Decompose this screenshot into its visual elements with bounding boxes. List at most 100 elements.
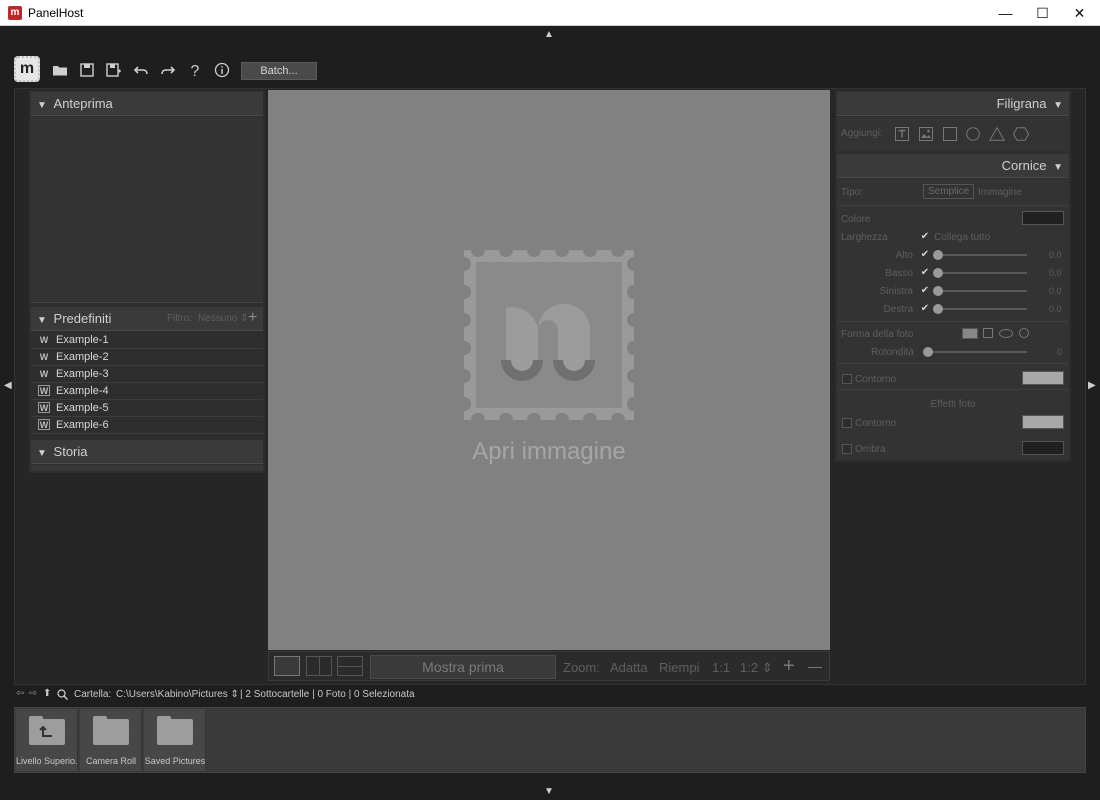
side-slider[interactable] (937, 308, 1027, 310)
zoom-in-button[interactable]: + (783, 655, 795, 678)
close-button[interactable]: ✕ (1061, 0, 1098, 26)
photo-outline-checkbox[interactable] (842, 418, 852, 428)
collapse-bottom-arrow-icon[interactable]: ▼ (544, 786, 554, 797)
slider-knob[interactable] (933, 304, 943, 314)
collapse-triangle-icon: ▼ (37, 315, 47, 326)
info-icon[interactable] (212, 62, 232, 82)
side-slider[interactable] (937, 290, 1027, 292)
photo-outline-color-swatch[interactable] (1022, 415, 1064, 429)
help-icon[interactable]: ? (185, 62, 205, 82)
folder-tile[interactable]: Camera Roll (80, 709, 142, 771)
roundness-slider[interactable] (929, 351, 1027, 353)
side-checkbox[interactable]: ✔ (920, 304, 930, 314)
list-item[interactable]: W Example-4 (31, 383, 263, 400)
type-image-option[interactable]: Immagine (978, 187, 1022, 198)
canvas-toolbar: Mostra prima Zoom: Adatta Riempi 1:1 1:2… (268, 651, 830, 681)
zoom-label: Zoom: (563, 660, 600, 675)
single-view-button[interactable] (274, 656, 300, 676)
folder-label: Saved Pictures (144, 756, 206, 766)
undo-icon[interactable] (131, 62, 151, 82)
app-logo-icon[interactable]: m (14, 56, 40, 82)
hexagon-shape-icon[interactable] (1013, 127, 1029, 141)
divider (837, 389, 1069, 390)
list-item[interactable]: W Example-1 (31, 332, 263, 349)
side-checkbox[interactable]: ✔ (920, 250, 930, 260)
shape-rect-rounded-icon[interactable] (962, 328, 978, 339)
open-folder-icon[interactable] (50, 62, 70, 82)
slider-knob[interactable] (933, 268, 943, 278)
shadow-color-swatch[interactable] (1022, 441, 1064, 455)
batch-button[interactable]: Batch... (241, 62, 317, 80)
minimize-button[interactable]: — (987, 0, 1024, 26)
filter-select[interactable]: Nessuno ⇕ (198, 307, 249, 331)
image-canvas[interactable]: Apri immagine (268, 90, 830, 650)
slider-knob[interactable] (933, 286, 943, 296)
search-icon[interactable] (57, 689, 68, 700)
collapse-triangle-icon: ▼ (37, 100, 47, 111)
frame-color-swatch[interactable] (1022, 211, 1064, 225)
history-panel-header[interactable]: ▼ Storia (31, 440, 263, 464)
up-arrow-icon[interactable]: ⬆ (43, 688, 51, 699)
side-checkbox[interactable]: ✔ (920, 286, 930, 296)
maximize-button[interactable]: ☐ (1024, 0, 1061, 26)
app-icon: m (8, 6, 22, 20)
rectangle-shape-icon[interactable] (943, 127, 957, 141)
add-preset-button[interactable]: + (248, 306, 257, 330)
presets-panel-header[interactable]: ▼ Predefiniti Filtro: Nessuno ⇕ + (31, 307, 263, 331)
list-item[interactable]: W Example-6 (31, 417, 263, 434)
zoom-fill-button[interactable]: Riempi (659, 660, 699, 675)
link-all-checkbox[interactable]: ✔ (920, 232, 930, 242)
folder-label: Camera Roll (85, 756, 136, 766)
zoom-ratio-select[interactable]: 1:2 ⇕ (740, 660, 773, 676)
shape-circle-icon[interactable] (1019, 328, 1029, 338)
collapse-left-arrow-icon[interactable]: ◀ (4, 380, 12, 391)
zoom-1-1-button[interactable]: 1:1 (712, 660, 730, 675)
folder-path-select[interactable]: C:\Users\Kabino\Pictures ⇕ (116, 689, 239, 700)
watermark-panel-header[interactable]: Filigrana ▼ (837, 92, 1069, 116)
shape-square-icon[interactable] (983, 328, 993, 338)
outline-checkbox[interactable] (842, 374, 852, 384)
preset-label: Example-2 (56, 351, 109, 363)
split-horizontal-button[interactable] (337, 656, 363, 676)
side-checkbox[interactable]: ✔ (920, 268, 930, 278)
collapse-triangle-icon: ▼ (1053, 100, 1063, 111)
list-item[interactable]: W Example-3 (31, 366, 263, 383)
back-arrow-icon[interactable]: ⇦ (16, 688, 24, 699)
outline-color-swatch[interactable] (1022, 371, 1064, 385)
side-slider[interactable] (937, 254, 1027, 256)
collapse-triangle-icon: ▼ (37, 448, 47, 459)
slider-knob[interactable] (923, 347, 933, 357)
folder-tile[interactable]: Saved Pictures (144, 709, 206, 771)
open-image-label[interactable]: Apri immagine (268, 438, 830, 466)
preset-icon: W (38, 385, 50, 396)
zoom-out-button[interactable]: — (808, 658, 822, 674)
save-as-icon[interactable] (104, 62, 124, 82)
show-before-button[interactable]: Mostra prima (370, 655, 556, 679)
shadow-checkbox[interactable] (842, 444, 852, 454)
redo-icon[interactable] (158, 62, 178, 82)
split-vertical-button[interactable] (306, 656, 332, 676)
triangle-shape-icon[interactable] (989, 127, 1005, 141)
preview-panel-header[interactable]: ▼ Anteprima (31, 92, 263, 116)
add-label: Aggiungi: (841, 128, 883, 139)
folder-tile[interactable]: Livello Superio... (16, 709, 78, 771)
photo-shape-label: Forma della foto (841, 329, 914, 340)
forward-arrow-icon[interactable]: ⇨ (29, 688, 37, 699)
list-item[interactable]: W Example-5 (31, 400, 263, 417)
text-watermark-icon[interactable] (895, 127, 909, 141)
collapse-right-arrow-icon[interactable]: ▶ (1088, 380, 1096, 391)
zoom-fit-button[interactable]: Adatta (610, 660, 648, 675)
slider-knob[interactable] (933, 250, 943, 260)
collapse-top-arrow-icon[interactable]: ▲ (544, 29, 554, 40)
preset-icon: W (38, 419, 50, 430)
shape-ellipse-icon[interactable] (999, 329, 1013, 338)
image-watermark-icon[interactable] (919, 127, 933, 141)
side-slider[interactable] (937, 272, 1027, 274)
preview-title: Anteprima (53, 96, 113, 111)
circle-shape-icon[interactable] (966, 127, 980, 141)
type-simple-option[interactable]: Semplice (923, 184, 975, 199)
filter-label: Filtro: (167, 313, 192, 324)
save-icon[interactable] (77, 62, 97, 82)
frame-panel-header[interactable]: Cornice ▼ (837, 154, 1069, 178)
list-item[interactable]: W Example-2 (31, 349, 263, 366)
